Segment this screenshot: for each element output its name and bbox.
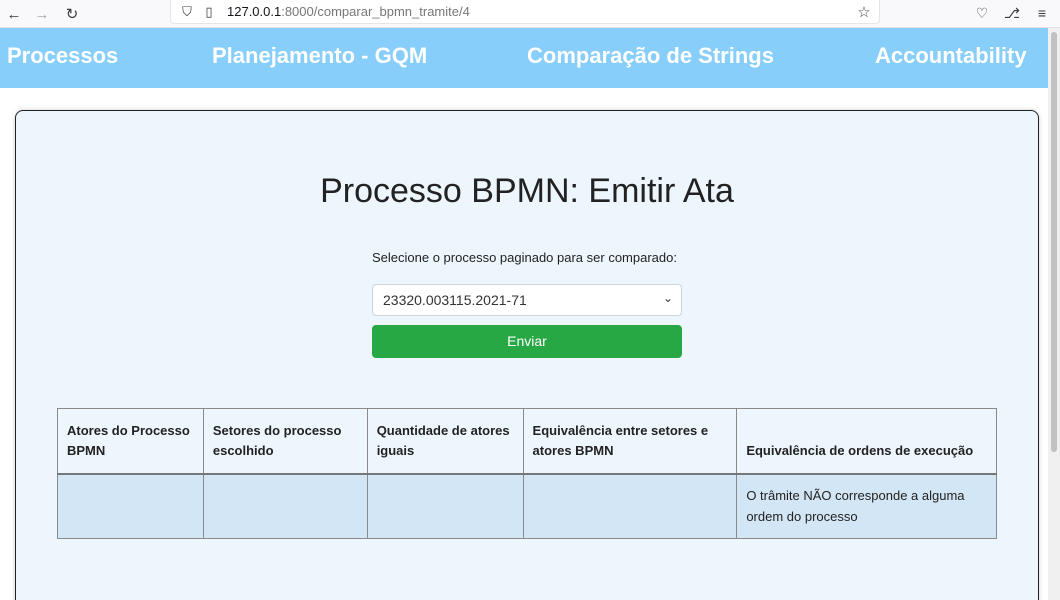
process-select-value: 23320.003115.2021-71 bbox=[383, 292, 527, 308]
nav-link-accountability[interactable]: Accountability bbox=[875, 43, 1027, 69]
scrollbar-thumb[interactable] bbox=[1051, 32, 1057, 452]
url-bar[interactable]: ⛉ ▯ 127.0.0.1:8000/comparar_bpmn_tramite… bbox=[170, 0, 880, 24]
nav-link-comparacao-strings[interactable]: Comparação de Strings bbox=[527, 43, 774, 69]
shield-icon[interactable]: ⛉ bbox=[179, 4, 195, 20]
table-cell: O trâmite NÃO corresponde a alguma ordem… bbox=[736, 473, 997, 539]
process-select-label: Selecione o processo paginado para ser c… bbox=[372, 250, 677, 265]
table-cell bbox=[202, 473, 368, 539]
pocket-icon[interactable]: ♡ bbox=[972, 3, 992, 23]
header-setores-processo: Setores do processo escolhido bbox=[202, 408, 368, 475]
header-equivalencia-setores: Equivalência entre setores e atores BPMN bbox=[522, 408, 738, 475]
url-text[interactable]: 127.0.0.1:8000/comparar_bpmn_tramite/4 bbox=[227, 4, 470, 19]
table-header-row: Atores do Processo BPMN Setores do proce… bbox=[57, 408, 997, 475]
menu-icon[interactable]: ≡ bbox=[1032, 3, 1052, 23]
forward-arrow-icon[interactable]: → bbox=[30, 2, 54, 26]
page-icon[interactable]: ▯ bbox=[201, 4, 217, 20]
table-cell bbox=[522, 473, 738, 539]
process-select[interactable]: 23320.003115.2021-71 ⌄ bbox=[372, 284, 682, 316]
url-path: :8000/comparar_bpmn_tramite/4 bbox=[281, 4, 470, 19]
extensions-icon[interactable]: ⎇ bbox=[1002, 3, 1022, 23]
header-quantidade-atores: Quantidade de atores iguais bbox=[366, 408, 524, 475]
star-icon[interactable]: ☆ bbox=[855, 3, 873, 21]
table-row: O trâmite NÃO corresponde a alguma ordem… bbox=[57, 473, 997, 539]
comparison-table: Atores do Processo BPMN Setores do proce… bbox=[57, 408, 997, 539]
url-host: 127.0.0.1 bbox=[227, 4, 282, 19]
nav-link-planejamento-gqm[interactable]: Planejamento - GQM bbox=[212, 43, 427, 69]
page-scrollbar[interactable] bbox=[1048, 28, 1060, 600]
nav-link-processos[interactable]: Processos bbox=[7, 43, 118, 69]
table-cell bbox=[57, 473, 204, 539]
browser-toolbar: ← → ↻ ⛉ ▯ 127.0.0.1:8000/comparar_bpmn_t… bbox=[0, 0, 1060, 28]
site-navbar: Processos Planejamento - GQM Comparação … bbox=[0, 28, 1048, 88]
page-title: Processo BPMN: Emitir Ata bbox=[320, 172, 734, 210]
header-equivalencia-ordens: Equivalência de ordens de execução bbox=[736, 408, 997, 475]
chevron-down-icon: ⌄ bbox=[662, 291, 673, 305]
reload-icon[interactable]: ↻ bbox=[60, 2, 84, 26]
submit-button[interactable]: Enviar bbox=[372, 325, 682, 358]
table-cell bbox=[366, 473, 524, 539]
header-atores-bpmn: Atores do Processo BPMN bbox=[57, 408, 204, 475]
back-arrow-icon[interactable]: ← bbox=[2, 2, 26, 26]
